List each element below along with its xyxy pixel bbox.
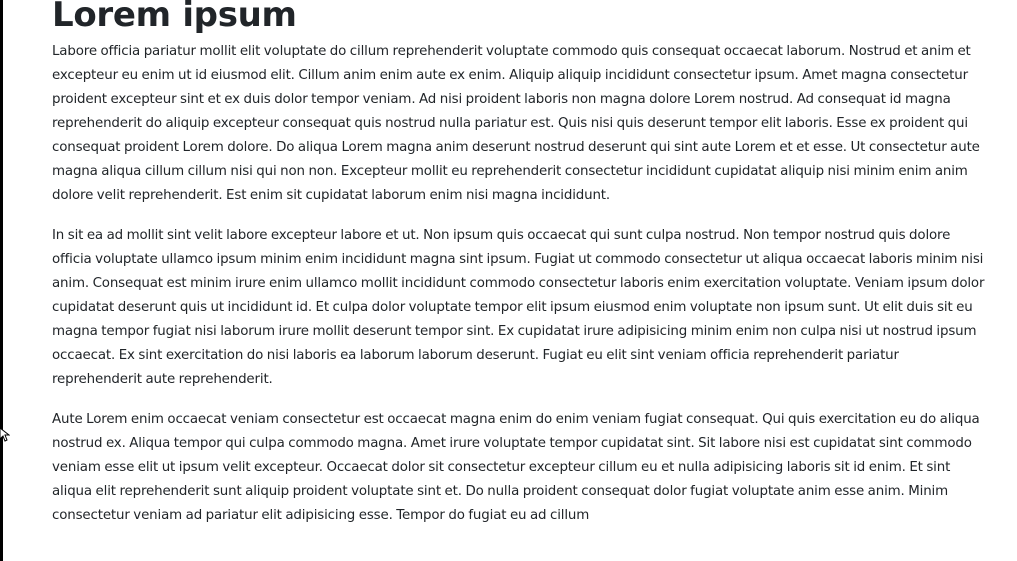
paragraph-1: Labore officia pariatur mollit elit volu… [52,44,980,203]
page-title: Lorem ipsum [52,0,297,35]
article: Lorem ipsum Labore officia pariatur moll… [52,0,987,544]
window-edge [0,0,3,561]
paragraph-2: In sit ea ad mollit sint velit labore ex… [52,228,985,387]
paragraph-3: Aute Lorem enim occaecat veniam consecte… [52,412,980,523]
mouse-pointer-icon [0,428,10,442]
